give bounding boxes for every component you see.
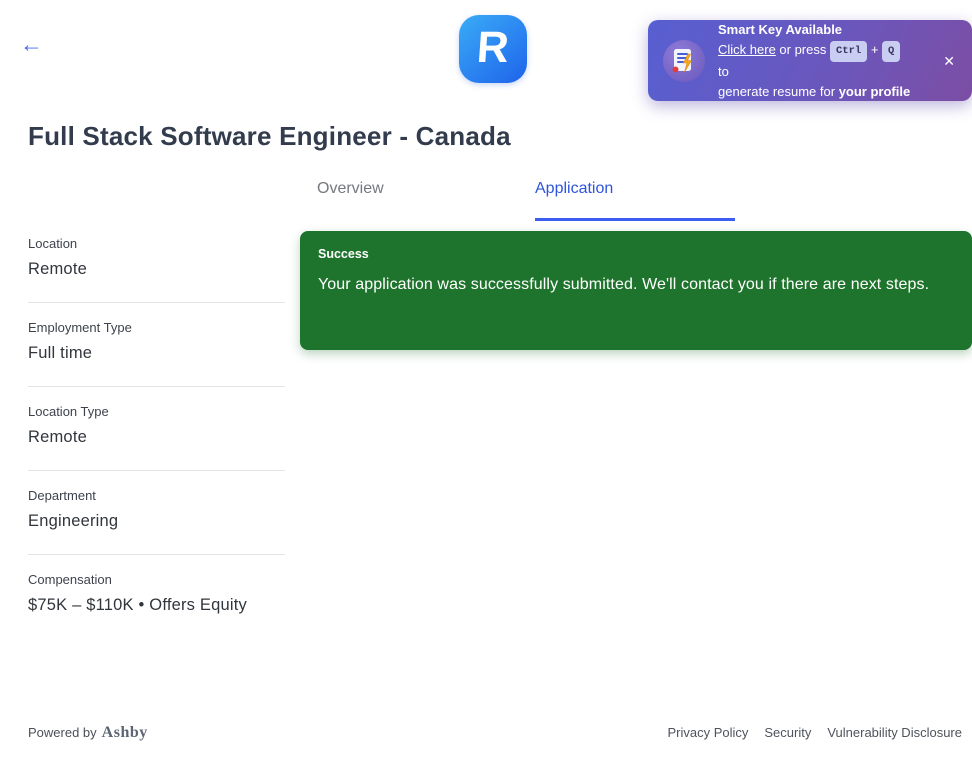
detail-employment-type: Employment Type Full time [28, 303, 285, 387]
success-banner: Success Your application was successfull… [300, 231, 972, 350]
detail-label: Employment Type [28, 320, 132, 335]
company-logo: R [459, 15, 527, 83]
detail-department: Department Engineering [28, 471, 285, 555]
toast-close-button[interactable]: ✕ [939, 50, 959, 72]
resume-document-icon [663, 39, 705, 82]
smart-key-toast: Smart Key Available Click here or press … [648, 20, 972, 101]
detail-value: Full time [28, 344, 93, 362]
detail-label: Compensation [28, 572, 112, 587]
detail-value: $75K – $110K • Offers Equity [28, 596, 247, 614]
toast-line-press: Click here or press Ctrl + Q to [718, 40, 914, 82]
detail-value: Remote [28, 428, 87, 446]
logo-letter: R [475, 22, 511, 72]
page-title: Full Stack Software Engineer - Canada [28, 121, 511, 151]
success-banner-message: Your application was successfully submit… [318, 276, 930, 293]
ashby-brand-link[interactable]: Ashby [102, 724, 148, 742]
security-link[interactable]: Security [764, 725, 811, 740]
your-profile-text: your profile [838, 83, 911, 99]
powered-by: Powered by Ashby [28, 724, 148, 742]
footer-links: Privacy Policy Security Vulnerability Di… [667, 725, 962, 740]
job-application-page: { "header": { "back_icon": "←", "logo_le… [0, 0, 972, 767]
detail-value: Engineering [28, 512, 119, 530]
detail-label: Location [28, 236, 78, 251]
toast-to-text: to [718, 64, 729, 79]
generate-resume-text: generate resume for [718, 83, 839, 99]
detail-location-type: Location Type Remote [28, 387, 285, 471]
powered-by-text: Powered by [28, 725, 97, 740]
ctrl-key-badge: Ctrl [829, 40, 868, 62]
detail-label: Department [28, 488, 96, 503]
toast-title: Smart Key Available [718, 22, 843, 37]
close-icon: ✕ [943, 52, 955, 69]
toast-line-generate: generate resume for your profile [718, 82, 914, 102]
back-button[interactable]: ← [20, 33, 43, 56]
tab-overview[interactable]: Overview [317, 180, 517, 221]
back-arrow-icon: ← [20, 31, 43, 57]
plus-sign: + [870, 41, 879, 57]
detail-location: Location Remote [28, 236, 285, 303]
success-banner-title: Success [318, 247, 369, 261]
job-details-sidebar: Location Remote Employment Type Full tim… [28, 236, 285, 638]
detail-compensation: Compensation $75K – $110K • Offers Equit… [28, 555, 285, 638]
toast-text: Smart Key Available Click here or press … [718, 20, 914, 101]
vulnerability-disclosure-link[interactable]: Vulnerability Disclosure [827, 725, 962, 740]
tab-bar: Overview Application [317, 180, 753, 221]
q-key-badge: Q [882, 40, 901, 62]
privacy-policy-link[interactable]: Privacy Policy [667, 725, 748, 740]
click-here-link[interactable]: Click here [718, 42, 776, 57]
tab-application[interactable]: Application [535, 180, 735, 221]
toast-or-press-text: or press [775, 41, 830, 57]
detail-label: Location Type [28, 404, 109, 419]
detail-value: Remote [28, 260, 87, 278]
